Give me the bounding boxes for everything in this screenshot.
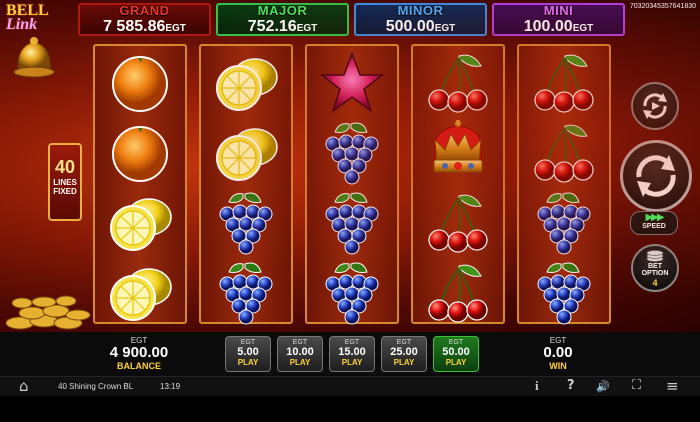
bet-play-label: PLAY: [445, 358, 467, 367]
bet-currency: EGT: [396, 339, 412, 346]
lines-count: 40: [54, 157, 76, 177]
jackpot-grand-unit: EGT: [165, 23, 186, 34]
bet-option-label-1: BET: [648, 263, 662, 270]
win-label: WIN: [549, 361, 567, 371]
grapes-icon: [201, 188, 291, 258]
orange-icon: [95, 118, 185, 188]
help-icon[interactable]: ?: [567, 378, 575, 393]
bet-value: 10.00: [286, 346, 314, 358]
reel-1: [93, 44, 187, 324]
jackpot-major-name: MAJOR: [257, 3, 308, 18]
autoplay-icon: [643, 93, 667, 119]
cherry-icon: [519, 118, 609, 188]
balance-display: EGT 4 900.00 BALANCE: [100, 336, 178, 371]
bell-link-logo: BELL Link: [2, 2, 62, 82]
jackpot-mini-name: MINI: [543, 3, 574, 18]
autoplay-button[interactable]: [631, 82, 679, 130]
info-icon[interactable]: i: [535, 378, 539, 394]
jackpot-major-value: 752.16: [247, 18, 297, 35]
speed-button[interactable]: ▶▶▶ SPEED: [630, 211, 678, 235]
bet-currency: EGT: [240, 339, 256, 346]
grapes-icon: [307, 258, 397, 328]
lemon-icon: [201, 118, 291, 188]
reel-3: [305, 44, 399, 325]
bet-button-5[interactable]: EGT 5.00 PLAY: [225, 336, 271, 372]
bet-button-25[interactable]: EGT 25.00 PLAY: [381, 336, 427, 372]
fullscreen-icon[interactable]: ⛶: [632, 378, 641, 393]
balance-label: BALANCE: [117, 361, 161, 371]
bet-currency: EGT: [344, 339, 360, 346]
bet-option-value: 4: [652, 278, 658, 288]
bet-value: 25.00: [390, 346, 418, 358]
jackpot-grand: GRAND 7 585.86EGT: [78, 3, 211, 36]
cherry-icon: [413, 48, 503, 118]
grapes-icon: [519, 258, 609, 328]
lemon-icon: [95, 188, 185, 258]
grapes-icon: [519, 188, 609, 258]
game-stage: BELL Link GRAND 7 585.86EGT MAJOR 752.16…: [0, 0, 700, 332]
menu-icon[interactable]: ≡: [666, 377, 679, 395]
bottom-bar-background: [0, 396, 700, 422]
grapes-icon: [307, 118, 397, 188]
speed-label: SPEED: [642, 223, 666, 230]
bell-icon: [13, 37, 55, 78]
jackpot-minor: MINOR 500.00EGT: [354, 3, 487, 36]
lines-label: LINES: [53, 178, 77, 187]
bet-play-label: PLAY: [341, 358, 363, 367]
bet-play-label: PLAY: [289, 358, 311, 367]
game-name: 40 Shining Crown BL: [58, 382, 134, 391]
balance-value: 4 900.00: [109, 344, 169, 361]
win-display: EGT 0.00 WIN: [520, 336, 596, 371]
jackpot-minor-unit: EGT: [434, 23, 456, 34]
bet-button-50[interactable]: EGT 50.00 PLAY: [433, 336, 479, 372]
bet-option-label-2: OPTION: [641, 270, 669, 277]
jackpot-minor-value: 500.00: [385, 18, 435, 35]
star-icon: [307, 48, 397, 118]
lemon-icon: [95, 258, 185, 328]
jackpot-mini-unit: EGT: [572, 23, 594, 34]
bet-play-label: PLAY: [237, 358, 259, 367]
win-value: 0.00: [543, 344, 573, 361]
bet-currency: EGT: [292, 339, 308, 346]
chips-icon: [646, 250, 664, 262]
reel-4: [411, 44, 505, 324]
bet-currency: EGT: [448, 339, 464, 346]
reel-5: [517, 44, 611, 325]
grapes-icon: [307, 188, 397, 258]
logo-line-2: Link: [6, 16, 38, 33]
coin-pile-icon: [5, 295, 91, 330]
orange-icon: [95, 48, 185, 118]
jackpot-major: MAJOR 752.16EGT: [216, 3, 349, 36]
crown-icon: [413, 118, 503, 188]
spin-icon: [636, 155, 676, 197]
jackpot-mini: MINI 100.00EGT: [492, 3, 625, 36]
reel-2: [199, 44, 293, 325]
bet-play-label: PLAY: [393, 358, 415, 367]
lines-fixed-indicator: 40 LINES FIXED: [48, 143, 82, 221]
jackpot-minor-name: MINOR: [397, 3, 444, 18]
jackpot-mini-value: 100.00: [523, 18, 573, 35]
bet-button-15[interactable]: EGT 15.00 PLAY: [329, 336, 375, 372]
bet-option-button[interactable]: BET OPTION 4: [631, 244, 679, 292]
cherry-icon: [519, 48, 609, 118]
lemon-icon: [201, 48, 291, 118]
status-bar: ⌂ 40 Shining Crown BL 13:19 i ? 🔊 ⛶ ≡: [0, 376, 700, 396]
sound-icon[interactable]: 🔊: [596, 380, 610, 393]
cherry-icon: [413, 258, 503, 328]
home-icon[interactable]: ⌂: [19, 377, 29, 395]
bet-value: 5.00: [237, 346, 259, 358]
jackpot-grand-name: GRAND: [119, 3, 170, 18]
spin-button[interactable]: [620, 140, 692, 212]
bet-value: 15.00: [338, 346, 366, 358]
bet-value: 50.00: [442, 346, 470, 358]
fixed-label: FIXED: [53, 187, 77, 196]
jackpot-grand-value: 7 585.86: [103, 18, 166, 35]
cherry-icon: [413, 188, 503, 258]
fast-forward-icon: ▶▶▶: [645, 212, 664, 223]
game-id: 70320345357641830: [629, 3, 696, 10]
clock: 13:19: [160, 382, 181, 391]
bet-button-10[interactable]: EGT 10.00 PLAY: [277, 336, 323, 372]
grapes-icon: [201, 258, 291, 328]
jackpot-major-unit: EGT: [296, 23, 318, 34]
